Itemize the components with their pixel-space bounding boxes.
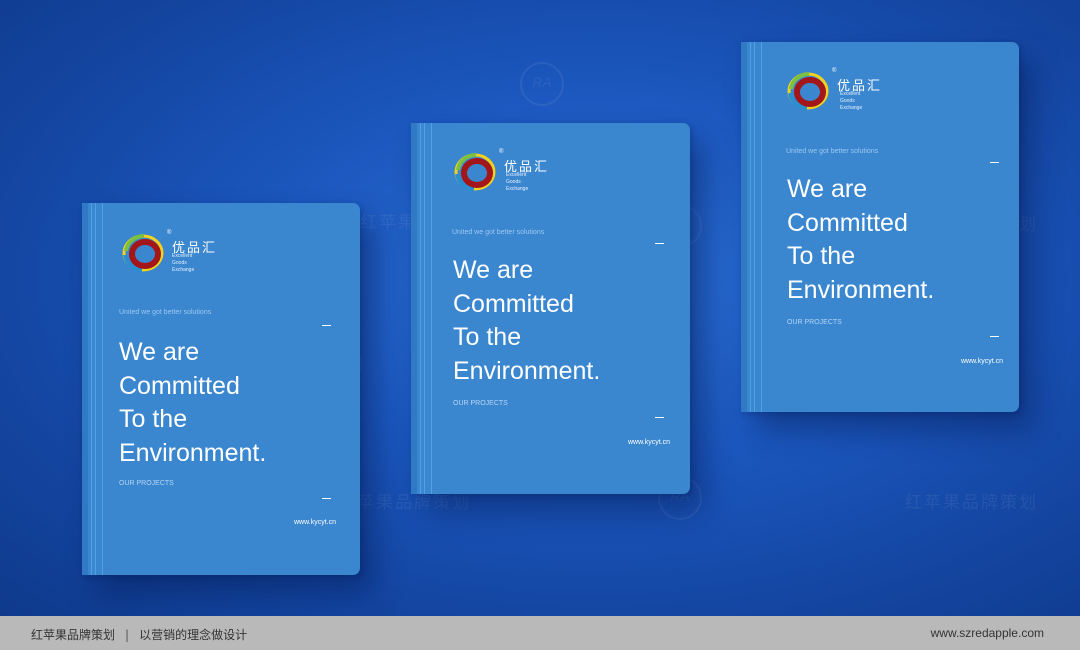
spine-line [102, 203, 103, 575]
footer-separator: | [125, 628, 130, 642]
registered-mark: ® [832, 68, 837, 74]
website-url: www.kycyt.cn [294, 519, 337, 526]
headline-line: We are [453, 256, 534, 284]
registered-mark: ® [167, 230, 172, 236]
headline-line: To the [453, 323, 522, 351]
dash-mark [322, 325, 331, 326]
book-cover-right: ® 优品汇 Excellent Goods Exchange United we… [741, 42, 1019, 412]
dash-mark [655, 243, 664, 244]
dash-mark [322, 498, 331, 499]
book-cover-left: ® 优品汇 Excellent Goods Exchange United we… [82, 203, 360, 575]
projects-label: OUR PROJECTS [787, 319, 842, 326]
headline-line: Environment. [119, 438, 267, 467]
brand-logo [785, 69, 831, 113]
brand-en-line: Excellent [506, 172, 527, 178]
brand-logo [452, 150, 498, 194]
brand-en-line: Goods [172, 260, 187, 266]
spine-line [750, 42, 751, 412]
brand-name-en: Excellent Goods Exchange [840, 91, 862, 112]
footer-bar: 红苹果品牌策划 | 以营销的理念做设计 www.szredapple.com [0, 616, 1080, 650]
headline: We are Committed To the Environment. [119, 336, 266, 470]
brand-logo [120, 231, 166, 275]
website-url: www.kycyt.cn [628, 439, 671, 446]
brand-en-line: Exchange [506, 186, 529, 192]
brand-en-line: Exchange [172, 267, 195, 273]
footer-slogan: 以营销的理念做设计 [139, 628, 248, 642]
brand-en-line: Goods [840, 98, 855, 104]
headline-line: Committed [119, 371, 240, 400]
headline-line: To the [119, 405, 188, 433]
tagline: United we got better solutions [452, 229, 545, 236]
brand-logo-icon [454, 152, 496, 191]
spine-line [420, 123, 421, 494]
tagline: United we got better solutions [786, 148, 879, 155]
website-url: www.kycyt.cn [961, 358, 1004, 365]
spine-line [431, 123, 432, 494]
brand-logo-icon [787, 71, 829, 110]
mockup-stage: 红苹果品牌策划 红苹果品牌策划 红苹果品牌策划 红苹果品牌策划 红苹果品牌策划 … [0, 0, 1080, 616]
spine-line [91, 203, 92, 575]
book-cover-middle: ® 优品汇 Excellent Goods Exchange United we… [411, 123, 690, 494]
brand-name-en: Excellent Goods Exchange [172, 253, 194, 274]
projects-label: OUR PROJECTS [119, 480, 174, 487]
footer-website-link[interactable]: www.szredapple.com [931, 626, 1044, 640]
spine-line [761, 42, 762, 412]
dash-mark [990, 336, 999, 337]
brand-en-line: Goods [506, 179, 521, 185]
headline: We are Committed To the Environment. [453, 254, 600, 388]
dash-mark [655, 417, 664, 418]
headline-line: To the [787, 242, 856, 270]
watermark-text: 红苹果品牌策划 [905, 493, 1038, 513]
footer-brand: 红苹果品牌策划 [31, 628, 116, 642]
registered-mark: ® [499, 149, 504, 155]
brand-en-line: Excellent [840, 91, 861, 97]
spine-line [424, 123, 425, 494]
brand-en-line: Excellent [172, 253, 193, 259]
headline-line: We are [787, 175, 868, 203]
spine-line [754, 42, 755, 412]
headline: We are Committed To the Environment. [787, 173, 934, 307]
projects-label: OUR PROJECTS [453, 400, 508, 407]
headline-line: Committed [787, 208, 908, 237]
headline-line: We are [119, 338, 200, 366]
brand-en-line: Exchange [840, 105, 863, 111]
headline-line: Environment. [453, 356, 601, 385]
tagline: United we got better solutions [119, 309, 212, 316]
spine-line [95, 203, 96, 575]
watermark-logo [520, 62, 564, 106]
brand-name-en: Excellent Goods Exchange [506, 172, 528, 193]
footer-left: 红苹果品牌策划 | 以营销的理念做设计 [31, 626, 247, 643]
headline-line: Environment. [787, 275, 935, 304]
brand-logo-icon [122, 233, 164, 272]
dash-mark [990, 162, 999, 163]
headline-line: Committed [453, 289, 574, 318]
